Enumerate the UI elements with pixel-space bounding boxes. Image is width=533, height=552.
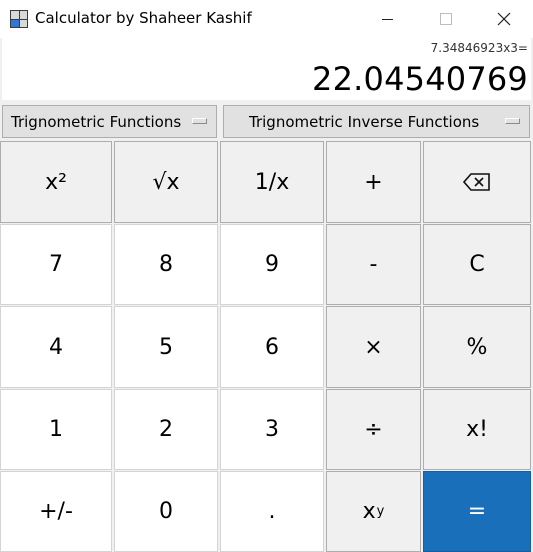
reciprocal-button[interactable]: 1/x: [220, 141, 324, 223]
square-button[interactable]: x²: [0, 141, 112, 223]
dropdown-arrow-icon: [505, 118, 520, 124]
digit-0-button[interactable]: 0: [114, 471, 218, 552]
trig-inverse-label: Trignometric Inverse Functions: [249, 112, 480, 131]
window-title: Calculator by Shaheer Kashif: [35, 9, 252, 27]
digit-6-button[interactable]: 6: [220, 306, 324, 388]
power-exponent-label: y: [376, 504, 385, 519]
digit-4-button[interactable]: 4: [0, 306, 112, 388]
digit-8-button[interactable]: 8: [114, 224, 218, 305]
minimize-icon: [381, 18, 393, 20]
backspace-button[interactable]: [423, 141, 531, 223]
percent-button[interactable]: %: [423, 306, 531, 388]
backspace-icon: [463, 173, 490, 191]
negate-button[interactable]: +/-: [0, 471, 112, 552]
dropdown-arrow-icon: [192, 118, 207, 124]
digit-5-button[interactable]: 5: [114, 306, 218, 388]
power-base-label: x: [362, 499, 376, 524]
decimal-button[interactable]: .: [220, 471, 324, 552]
close-icon: [497, 12, 511, 26]
digit-2-button[interactable]: 2: [114, 389, 218, 470]
multiply-button[interactable]: ×: [326, 306, 421, 388]
power-button[interactable]: xy: [326, 471, 421, 552]
trig-functions-dropdown[interactable]: Trignometric Functions: [2, 105, 217, 138]
plus-button[interactable]: +: [326, 141, 421, 223]
display-panel: 7.34846923x3= 22.04540769: [2, 38, 531, 100]
digit-1-button[interactable]: 1: [0, 389, 112, 470]
digit-7-button[interactable]: 7: [0, 224, 112, 305]
clear-button[interactable]: C: [423, 224, 531, 305]
title-bar: Calculator by Shaheer Kashif: [0, 0, 533, 38]
expression-text: 7.34846923x3=: [430, 41, 528, 55]
trig-functions-label: Trignometric Functions: [11, 112, 182, 131]
calculator-icon: [10, 10, 28, 28]
sqrt-button[interactable]: √x: [114, 141, 218, 223]
close-button[interactable]: [478, 0, 530, 38]
trig-inverse-dropdown[interactable]: Trignometric Inverse Functions: [223, 105, 530, 138]
maximize-button[interactable]: [420, 0, 472, 38]
divide-button[interactable]: ÷: [326, 389, 421, 470]
factorial-button[interactable]: x!: [423, 389, 531, 470]
digit-3-button[interactable]: 3: [220, 389, 324, 470]
equals-button[interactable]: =: [423, 471, 531, 552]
result-text: 22.04540769: [312, 60, 528, 98]
maximize-icon: [440, 13, 452, 25]
minus-button[interactable]: -: [326, 224, 421, 305]
minimize-button[interactable]: [361, 0, 413, 38]
digit-9-button[interactable]: 9: [220, 224, 324, 305]
keypad: x² √x 1/x + 7 8 9 - C 4 5 6 × % 1 2 3 ÷ …: [0, 140, 533, 552]
